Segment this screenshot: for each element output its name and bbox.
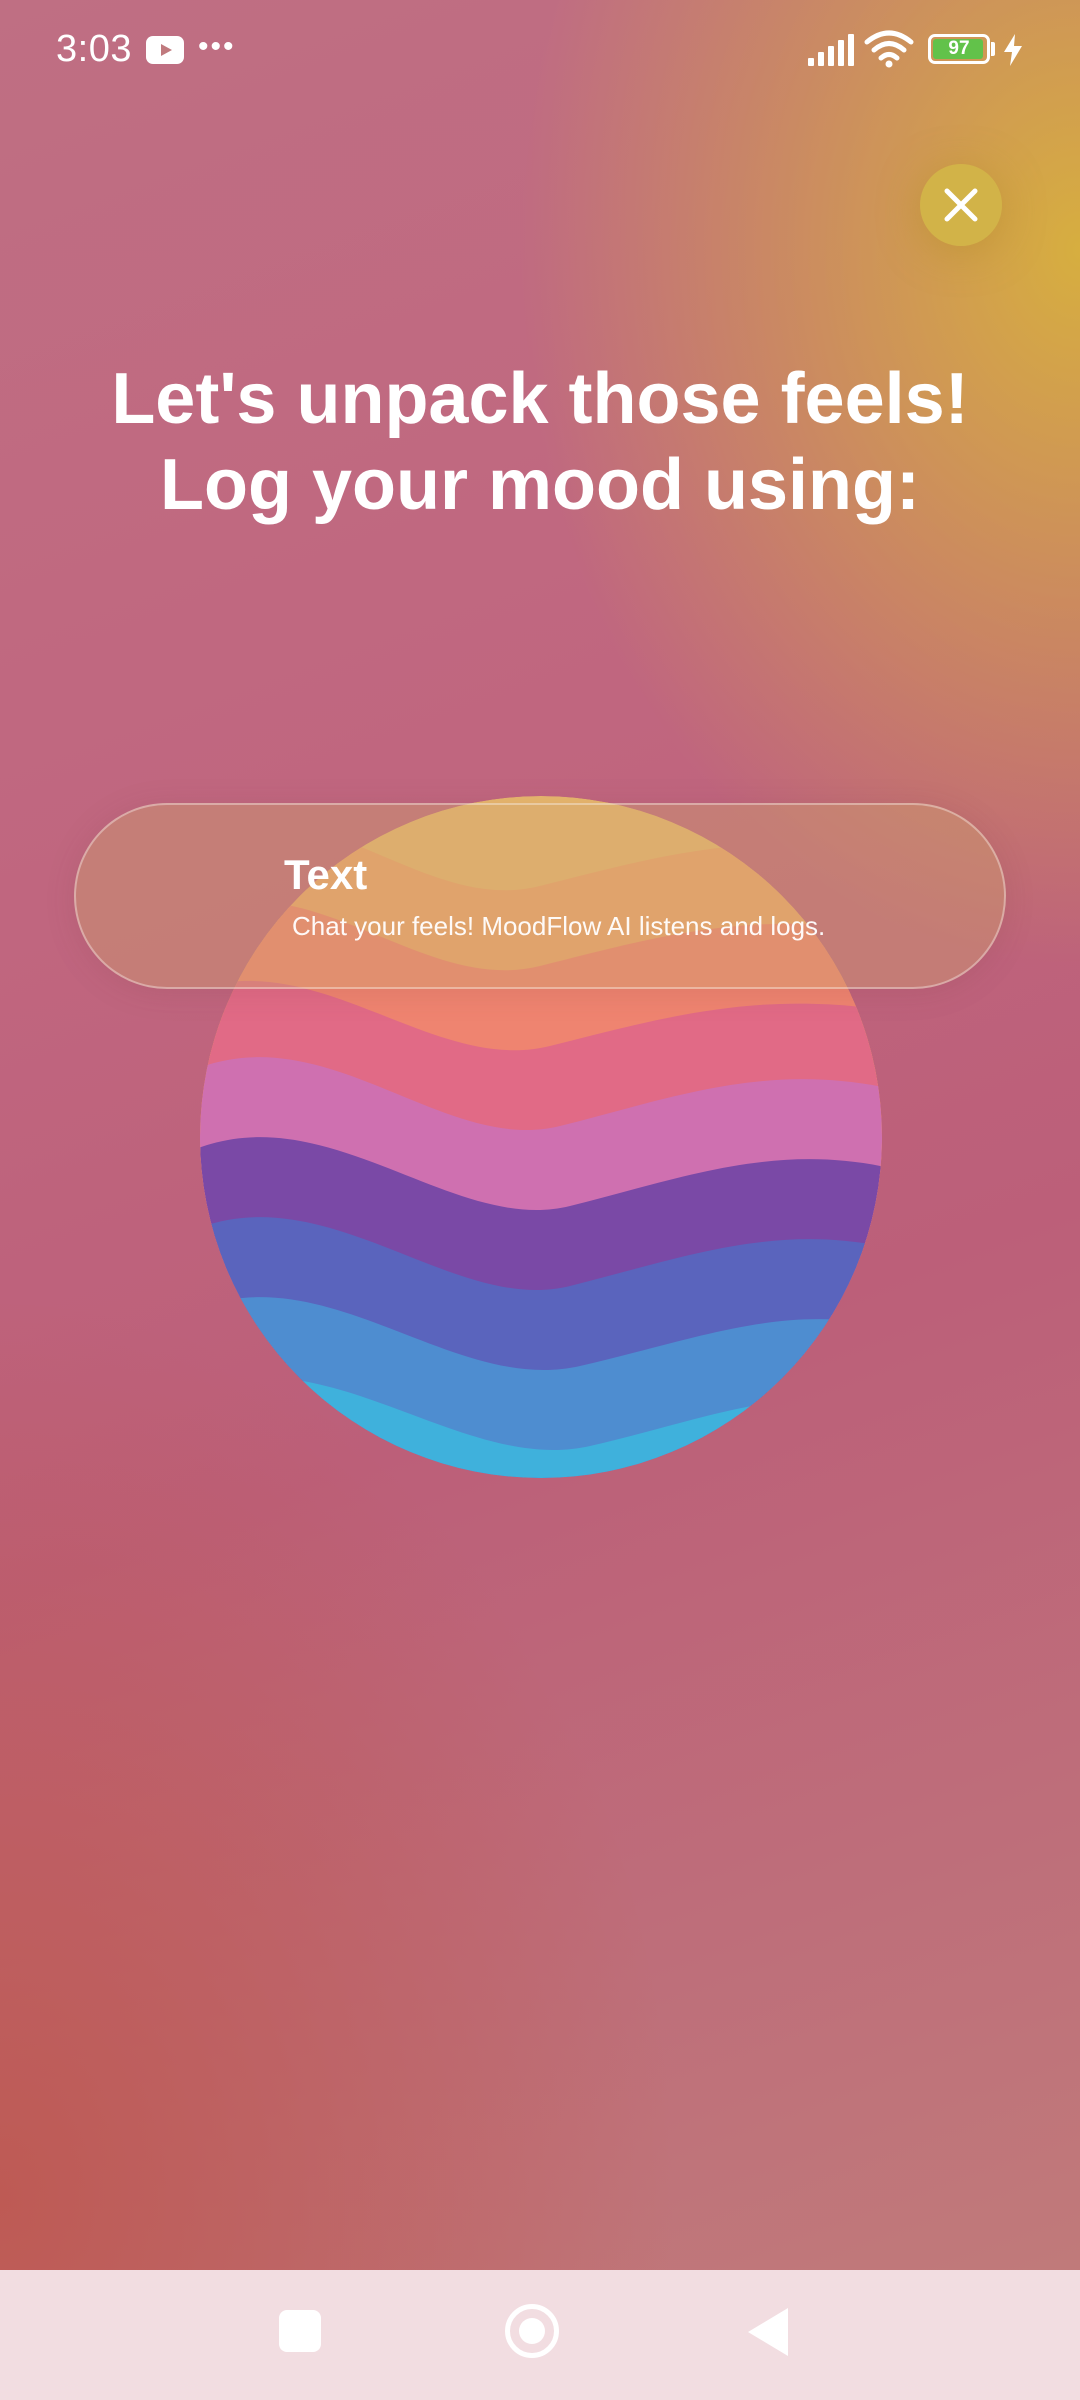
battery-level: 97: [948, 38, 970, 59]
battery-tip: [991, 42, 995, 56]
option-description-text: Chat your feels! MoodFlow AI listens and…: [292, 911, 826, 941]
close-button[interactable]: [920, 164, 1002, 246]
recents-button[interactable]: [279, 2310, 321, 2352]
text-option-card[interactable]: [74, 803, 1006, 989]
home-button[interactable]: [505, 2304, 559, 2358]
charging-bolt-icon: [1004, 34, 1022, 66]
back-button[interactable]: [748, 2308, 788, 2356]
battery-icon: 97: [928, 34, 990, 64]
more-dots-icon: •••: [198, 30, 236, 63]
signal-icon: [808, 34, 854, 66]
page-title: Let's unpack those feels! Log your mood …: [0, 356, 1080, 528]
title-line-2: Log your mood using:: [160, 445, 920, 525]
status-bar: 3:03 ••• 97: [0, 0, 1080, 100]
wifi-icon: [864, 30, 914, 68]
close-icon: [944, 188, 978, 222]
navigation-bar: [0, 2270, 1080, 2400]
option-title-text: Text: [284, 851, 368, 898]
youtube-icon: [146, 36, 184, 64]
status-time: 3:03: [56, 28, 132, 70]
title-line-1: Let's unpack those feels!: [111, 359, 969, 439]
